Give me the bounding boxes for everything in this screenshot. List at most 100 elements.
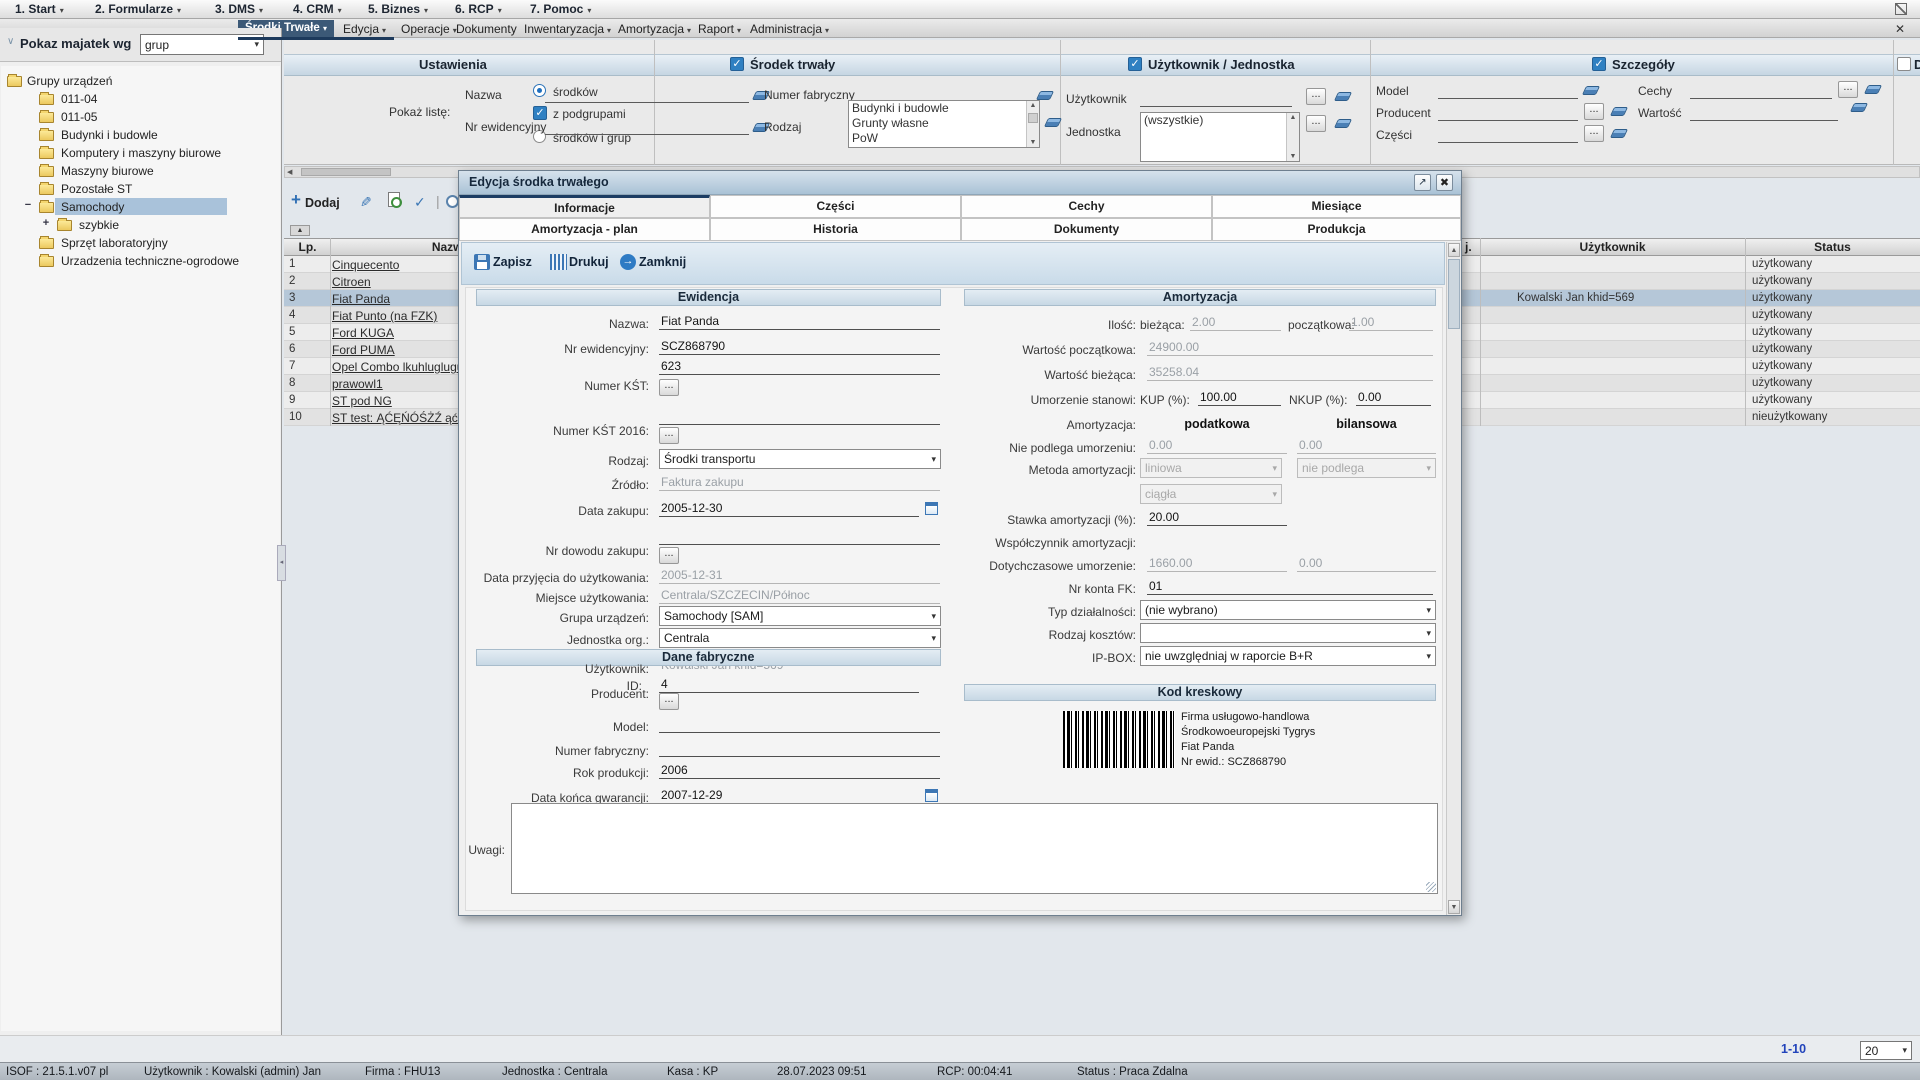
sidebar-splitter[interactable]: ◂ xyxy=(277,545,286,581)
rodzaj-option[interactable]: PoW xyxy=(849,131,1039,146)
asset-link[interactable]: prawowl1 xyxy=(332,377,383,391)
numer-kst-field[interactable]: 623 xyxy=(659,359,940,375)
tab-czesci[interactable]: Części xyxy=(710,195,961,218)
rok-produkcji-field[interactable]: 2006 xyxy=(659,763,940,779)
asset-link[interactable]: ST pod NG xyxy=(332,394,392,408)
column-header-lp[interactable]: Lp. xyxy=(284,238,331,256)
clear-producent-icon[interactable] xyxy=(1610,107,1628,116)
kst-browse-button[interactable] xyxy=(659,379,679,396)
menu-amortyzacja[interactable]: Amortyzacja xyxy=(618,22,691,36)
jednostka-listbox[interactable]: (wszystkie) ▲▼ xyxy=(1140,112,1300,162)
tree-item[interactable]: Budynki i budowle xyxy=(61,128,158,142)
clear-numer-fabryczny-icon[interactable] xyxy=(1036,91,1054,100)
popout-icon[interactable] xyxy=(1414,174,1431,191)
dialog-scrollbar[interactable]: ▲▼ xyxy=(1446,242,1461,915)
jednostka-org-select[interactable]: Centrala xyxy=(659,628,941,648)
nr-ewidencyjny-input[interactable] xyxy=(545,120,749,135)
asset-link[interactable]: Fiat Punto (na FZK) xyxy=(332,309,437,323)
tab-amortyzacja-plan[interactable]: Amortyzacja - plan xyxy=(459,218,710,241)
asset-link[interactable]: Ford PUMA xyxy=(332,343,395,357)
cechy-input[interactable] xyxy=(1690,84,1832,99)
checkbox-z-podgrupami[interactable] xyxy=(533,106,547,120)
menu-crm[interactable]: 4. CRM xyxy=(293,2,342,16)
model-field[interactable] xyxy=(659,717,940,733)
add-button[interactable]: Dodaj xyxy=(305,196,340,210)
rodzaj-select[interactable]: Środki transportu xyxy=(659,449,941,469)
menu-raport[interactable]: Raport xyxy=(698,22,741,36)
nr-dowodu-browse-button[interactable] xyxy=(659,547,679,564)
data-zakupu-field[interactable]: 2005-12-30 xyxy=(659,501,919,517)
uzytkownik-browse-button[interactable] xyxy=(1306,88,1326,105)
tab-miesiace[interactable]: Miesiące xyxy=(1212,195,1461,218)
calendar-icon[interactable] xyxy=(925,502,938,515)
menu-start[interactable]: 1. Start xyxy=(15,2,64,16)
nazwa-field[interactable]: Fiat Panda xyxy=(659,314,940,330)
edit-pencil-icon[interactable]: ✎ xyxy=(360,194,372,211)
asset-link[interactable]: Fiat Panda xyxy=(332,292,390,306)
preview-document-icon[interactable] xyxy=(388,192,400,207)
producent-input[interactable] xyxy=(1438,106,1578,121)
menu-dms[interactable]: 3. DMS xyxy=(215,2,263,16)
menu-rcp[interactable]: 6. RCP xyxy=(455,2,502,16)
checkbox-szczegoly[interactable] xyxy=(1592,57,1606,71)
clear-cechy-icon[interactable] xyxy=(1864,85,1882,94)
tab-dokumenty[interactable]: Dokumenty xyxy=(961,218,1212,241)
tree-item-selected[interactable]: Samochody xyxy=(61,200,124,214)
asset-link[interactable]: Ford KUGA xyxy=(332,326,394,340)
nr-dowodu-field[interactable] xyxy=(659,529,940,545)
asset-link[interactable]: Opel Combo lkuhluglugug xyxy=(332,360,470,374)
print-button[interactable]: Drukuj xyxy=(569,255,609,269)
czesci-browse-button[interactable] xyxy=(1584,125,1604,142)
checkbox-srodek-trwaly[interactable] xyxy=(730,57,744,71)
rodzaj-scrollbar[interactable]: ▲▼ xyxy=(1026,101,1039,147)
tab-produkcja[interactable]: Produkcja xyxy=(1212,218,1461,241)
close-button[interactable]: Zamknij xyxy=(639,255,686,269)
tab-historia[interactable]: Historia xyxy=(710,218,961,241)
numer-kst2016-field[interactable] xyxy=(659,409,940,425)
checkbox-partial-section[interactable] xyxy=(1897,57,1911,71)
menu-pomoc[interactable]: 7. Pomoc xyxy=(530,2,591,16)
rodzaj-listbox[interactable]: Budynki i budowle Grunty własne PoW ▲▼ xyxy=(848,100,1040,148)
kst2016-browse-button[interactable] xyxy=(659,427,679,444)
checkbox-uzytkownik-jednostka[interactable] xyxy=(1128,57,1142,71)
kup-field[interactable]: 100.00 xyxy=(1198,390,1281,406)
jednostka-browse-button[interactable] xyxy=(1306,115,1326,132)
stawka-field[interactable]: 20.00 xyxy=(1147,510,1287,526)
ipbox-select[interactable]: nie uwzględniaj w raporcie B+R xyxy=(1140,646,1436,666)
tree-root[interactable]: Grupy urządzeń xyxy=(27,74,112,88)
producent-browse-button-dialog[interactable] xyxy=(659,693,679,710)
nr-ewidencyjny-field[interactable]: SCZ868790 xyxy=(659,339,940,355)
nkup-field[interactable]: 0.00 xyxy=(1356,390,1431,406)
save-button[interactable]: Zapisz xyxy=(493,255,532,269)
jednostka-scrollbar[interactable]: ▲▼ xyxy=(1286,113,1299,161)
dialog-titlebar[interactable]: Edycja środka trwałego xyxy=(459,171,1461,195)
tab-cechy[interactable]: Cechy xyxy=(961,195,1212,218)
dialog-close-icon[interactable] xyxy=(1436,174,1453,191)
data-gwarancji-field[interactable]: 2007-12-29 xyxy=(659,788,919,804)
column-header-status[interactable]: Status xyxy=(1745,238,1920,256)
menu-operacje[interactable]: Operacje xyxy=(401,22,457,36)
jednostka-option[interactable]: (wszystkie) xyxy=(1141,113,1299,128)
cechy-browse-button[interactable] xyxy=(1838,81,1858,98)
chevron-down-icon[interactable]: ∨ xyxy=(7,36,14,47)
tree-item[interactable]: Pozostałe ST xyxy=(61,182,132,196)
clear-jednostka-icon[interactable] xyxy=(1334,119,1352,128)
nazwa-input[interactable] xyxy=(545,88,749,103)
menu-dokumenty[interactable]: Dokumenty xyxy=(456,22,517,36)
menu-formularze[interactable]: 2. Formularze xyxy=(95,2,181,16)
tree-item[interactable]: Urzadzenia techniczne-ogrodowe xyxy=(61,254,239,268)
page-size-dropdown[interactable]: 20 xyxy=(1860,1041,1912,1060)
rodzaj-option[interactable]: Budynki i budowle xyxy=(849,101,1039,116)
column-header-partial[interactable]: j. xyxy=(1462,238,1480,256)
asset-link[interactable]: Cinquecento xyxy=(332,258,399,272)
column-header-uzytkownik[interactable]: Użytkownik xyxy=(1480,238,1745,256)
tab-informacje[interactable]: Informacje xyxy=(459,195,710,218)
tree-item[interactable]: Komputery i maszyny biurowe xyxy=(61,146,221,160)
tree-item[interactable]: szybkie xyxy=(79,218,119,232)
collapse-toggle-icon[interactable]: − xyxy=(23,199,33,211)
model-input[interactable] xyxy=(1438,84,1578,99)
menu-inwentaryzacja[interactable]: Inwentaryzacja xyxy=(524,22,611,36)
tree-item[interactable]: Sprzęt laboratoryjny xyxy=(61,236,168,250)
nr-konta-field[interactable]: 01 xyxy=(1147,579,1433,595)
expand-toggle-icon[interactable]: + xyxy=(41,217,51,229)
